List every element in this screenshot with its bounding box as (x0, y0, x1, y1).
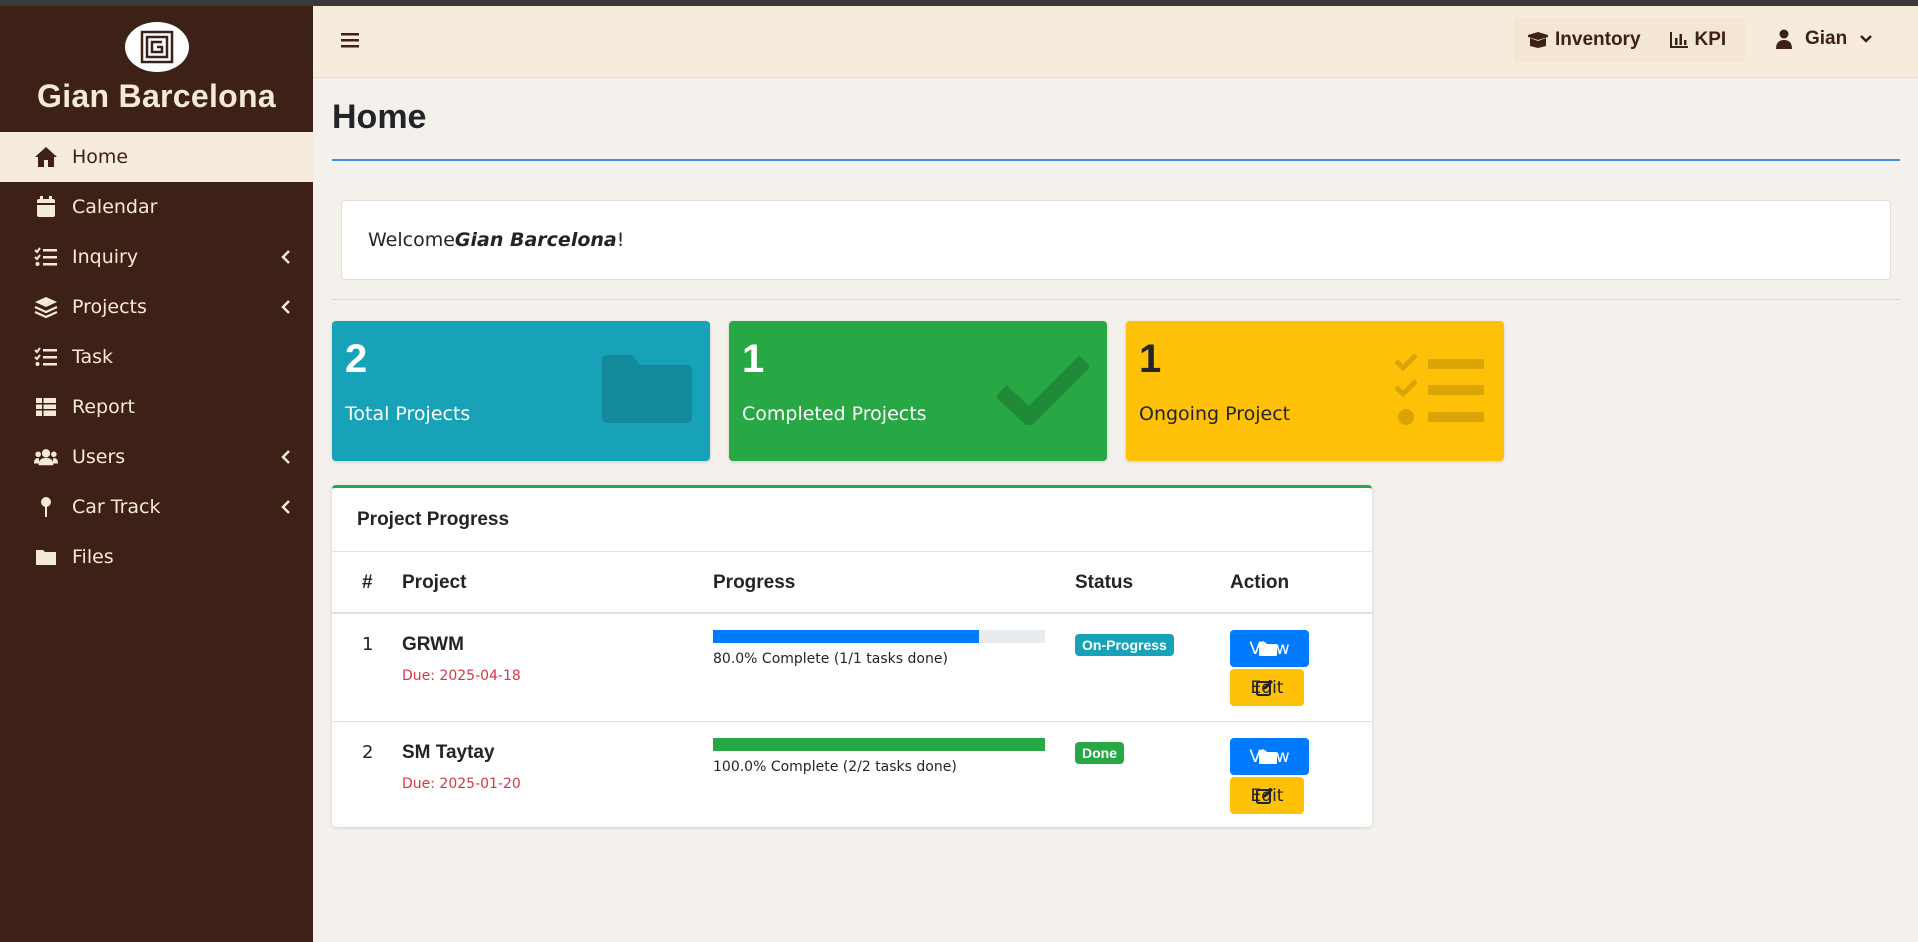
edit-label: Edit (1250, 785, 1284, 806)
brand-logo-icon (124, 22, 189, 72)
due-date: Due: 2025-01-20 (402, 776, 521, 792)
list-check-icon (34, 345, 58, 369)
welcome-card: Welcome Gian Barcelona! (341, 200, 1891, 280)
stat-label: Ongoing Project (1139, 403, 1291, 425)
row-number: 2 (362, 742, 374, 763)
status-badge: On-Progress (1075, 634, 1174, 656)
column-header-action: Action (1230, 572, 1290, 593)
stat-value: 2 (345, 337, 368, 381)
sidebar-item-label: Projects (72, 296, 147, 318)
column-header-progress: Progress (713, 572, 796, 593)
column-header-num: # (362, 572, 373, 593)
folder-icon (34, 545, 58, 569)
users-icon (34, 445, 58, 469)
chevron-left-icon (281, 498, 291, 520)
sidebar-item-label: Users (72, 446, 126, 468)
edit-label: Edit (1250, 677, 1284, 698)
page-title: Home (332, 98, 427, 136)
top-navbar: Inventory KPI Gian (313, 6, 1918, 78)
sidebar-item-label: Car Track (72, 496, 161, 518)
edit-button[interactable]: Edit (1230, 669, 1304, 706)
project-progress-card: Project Progress # Project Progress Stat… (332, 485, 1372, 827)
table-icon (34, 395, 58, 419)
sidebar-item-files[interactable]: Files (0, 532, 313, 582)
welcome-prefix: Welcome (368, 229, 455, 251)
welcome-suffix: ! (616, 229, 625, 251)
sidebar-item-home[interactable]: Home (0, 132, 313, 182)
section-divider (332, 299, 1900, 300)
sidebar-item-calendar[interactable]: Calendar (0, 182, 313, 232)
row-number: 1 (362, 634, 374, 655)
inventory-label: Inventory (1555, 29, 1641, 50)
sidebar-item-car-track[interactable]: Car Track (0, 482, 313, 532)
chevron-left-icon (281, 248, 291, 270)
sidebar-item-report[interactable]: Report (0, 382, 313, 432)
topnav-links: Inventory KPI (1513, 18, 1745, 62)
brand-name: Gian Barcelona (37, 78, 276, 114)
calendar-icon (34, 195, 58, 219)
progress-text: 80.0% Complete (1/1 tasks done) (713, 651, 948, 667)
stat-ongoing-project[interactable]: 1 Ongoing Project (1126, 321, 1504, 461)
sidebar-item-label: Report (72, 396, 135, 418)
home-icon (34, 145, 58, 169)
progress-bar (713, 630, 1045, 643)
map-pin-icon (34, 495, 58, 519)
progress-text: 100.0% Complete (2/2 tasks done) (713, 759, 957, 775)
stat-value: 1 (1139, 337, 1162, 381)
column-header-project: Project (402, 572, 467, 593)
kpi-label: KPI (1694, 29, 1727, 50)
project-name: SM Taytay (402, 742, 495, 763)
sidebar-item-label: Home (72, 146, 129, 168)
progress-bar-fill (713, 630, 979, 643)
edit-button[interactable]: Edit (1230, 777, 1304, 814)
sidebar: Gian Barcelona Home Calendar Inquiry Pro… (0, 6, 313, 942)
stat-total-projects[interactable]: 2 Total Projects (332, 321, 710, 461)
chevron-down-icon (1860, 35, 1873, 43)
due-date: Due: 2025-04-18 (402, 668, 521, 684)
stat-label: Completed Projects (742, 403, 927, 425)
project-name: GRWM (402, 634, 464, 655)
chevron-left-icon (281, 448, 291, 470)
stat-value: 1 (742, 337, 765, 381)
view-button[interactable]: View (1230, 630, 1309, 667)
box-open-icon (1528, 32, 1548, 48)
sidebar-item-label: Files (72, 546, 114, 568)
bar-chart-icon (1669, 32, 1688, 48)
table-row: 1 GRWM Due: 2025-04-18 80.0% Complete (1… (332, 614, 1372, 722)
user-name: Gian (1805, 28, 1848, 49)
brand[interactable]: Gian Barcelona (0, 6, 313, 132)
title-divider (332, 159, 1900, 161)
sidebar-item-users[interactable]: Users (0, 432, 313, 482)
welcome-user-name: Gian Barcelona (454, 229, 617, 251)
check-icon (995, 353, 1091, 429)
progress-bar-fill (713, 738, 1045, 751)
list-check-icon (34, 245, 58, 269)
table-header: # Project Progress Status Action (332, 552, 1372, 614)
user-icon (1776, 29, 1792, 49)
column-header-status: Status (1075, 572, 1134, 593)
kpi-link[interactable]: KPI (1655, 29, 1741, 51)
stat-completed-projects[interactable]: 1 Completed Projects (729, 321, 1107, 461)
sidebar-item-label: Task (72, 346, 114, 368)
view-label: View (1249, 746, 1290, 767)
stat-label: Total Projects (345, 403, 471, 425)
sidebar-item-label: Inquiry (72, 246, 139, 268)
hamburger-menu-icon[interactable] (341, 32, 359, 52)
view-label: View (1249, 638, 1290, 659)
inventory-link[interactable]: Inventory (1513, 29, 1655, 51)
task-list-icon (1394, 353, 1486, 433)
progress-bar (713, 738, 1045, 751)
sidebar-item-inquiry[interactable]: Inquiry (0, 232, 313, 282)
sidebar-item-task[interactable]: Task (0, 332, 313, 382)
chevron-left-icon (281, 298, 291, 320)
sidebar-item-label: Calendar (72, 196, 158, 218)
table-row: 2 SM Taytay Due: 2025-01-20 100.0% Compl… (332, 722, 1372, 830)
folder-icon (602, 353, 692, 427)
user-menu[interactable]: Gian (1775, 28, 1873, 50)
sidebar-item-projects[interactable]: Projects (0, 282, 313, 332)
layers-icon (34, 295, 58, 319)
card-title: Project Progress (332, 488, 1372, 552)
status-badge: Done (1075, 742, 1124, 764)
view-button[interactable]: View (1230, 738, 1309, 775)
